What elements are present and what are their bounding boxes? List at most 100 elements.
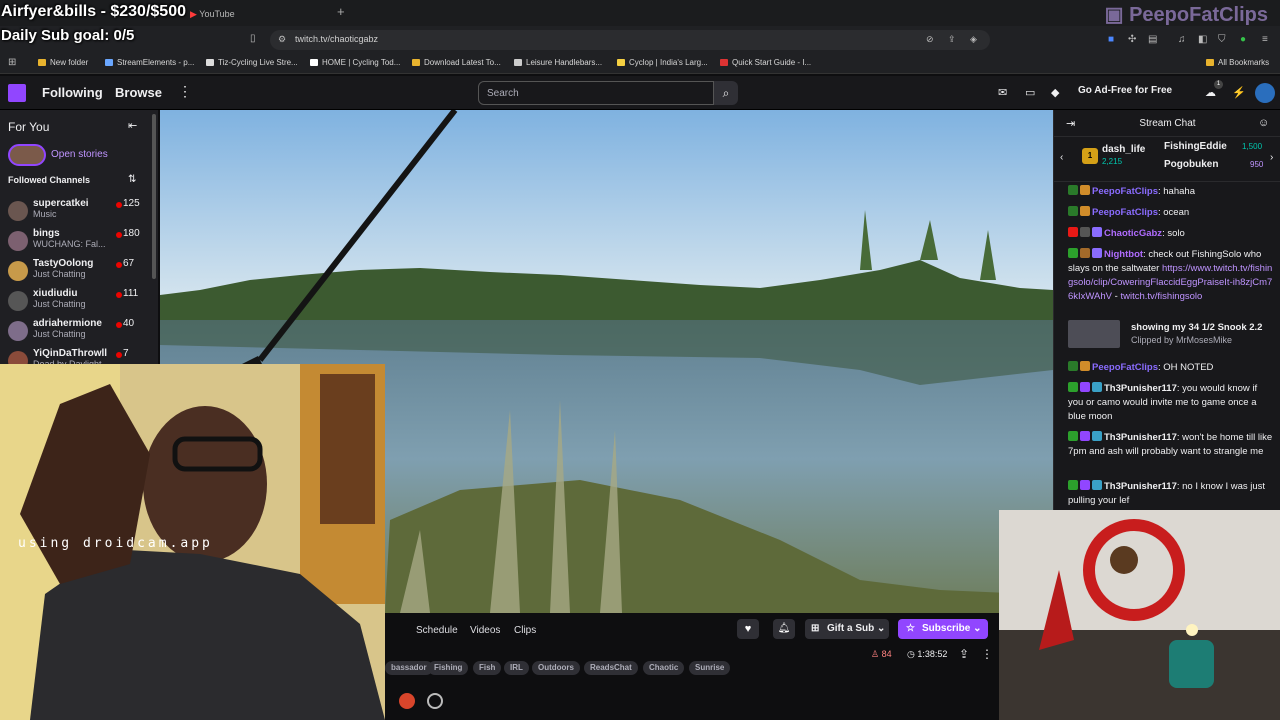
bookmark-item[interactable]: Tiz-Cycling Live Stre... — [206, 58, 298, 67]
chat-link[interactable]: twitch.tv/fishingsolo — [1120, 291, 1202, 302]
chevron-right-icon[interactable]: › — [1270, 152, 1273, 163]
badge-icon — [1092, 227, 1102, 237]
eye-off-icon[interactable]: ⊘ — [926, 34, 934, 45]
tab-clips[interactable]: Clips — [514, 625, 536, 636]
site-icon — [514, 59, 522, 66]
stories-avatars[interactable] — [8, 144, 46, 166]
leader-third-points: 950 — [1250, 160, 1264, 169]
tag[interactable]: IRL — [504, 661, 529, 675]
extension-badge-icon[interactable] — [399, 693, 415, 709]
star-icon: ☆ — [906, 623, 915, 634]
nav-browse[interactable]: Browse — [115, 85, 162, 100]
chat-message: Nightbot: check out FishingSolo who slay… — [1068, 248, 1273, 304]
bookmark-item[interactable]: Quick Start Guide - I... — [720, 58, 811, 67]
live-dot-icon — [116, 202, 122, 208]
new-tab-button[interactable]: + — [337, 4, 345, 19]
bookmark-label: Tiz-Cycling Live Stre... — [218, 58, 298, 67]
open-stories-link[interactable]: Open stories — [51, 149, 108, 160]
bookmark-label: All Bookmarks — [1218, 58, 1270, 67]
bookmark-item[interactable]: Leisure Handlebars... — [514, 58, 602, 67]
chat-message: Th3Punisher117: no I know I was just pul… — [1068, 480, 1273, 508]
bookmark-item[interactable]: New folder — [38, 58, 88, 67]
all-bookmarks[interactable]: All Bookmarks — [1206, 58, 1269, 67]
split-view-icon[interactable]: ◧ — [1198, 34, 1207, 45]
tab-videos[interactable]: Videos — [470, 625, 500, 636]
twitch-logo-icon[interactable] — [8, 84, 26, 102]
chat-text: : OH NOTED — [1158, 362, 1214, 373]
channel-name: supercatkei — [33, 198, 89, 209]
clip-title: showing my 34 1/2 Snook 2.2 — [1131, 322, 1263, 333]
collapse-sidebar-icon[interactable]: ⇤ — [128, 119, 137, 132]
chevron-left-icon[interactable]: ‹ — [1060, 152, 1063, 163]
chat-username[interactable]: PeepoFatClips — [1092, 186, 1158, 197]
bookmark-item[interactable]: StreamElements - p... — [105, 58, 194, 67]
prime-crown-icon[interactable]: ◆ — [1051, 86, 1059, 99]
search-button[interactable]: ⌕ — [714, 81, 738, 105]
apps-grid-icon[interactable]: ⊞ — [8, 57, 16, 68]
snowflake-badge-icon — [1092, 480, 1102, 490]
tag[interactable]: bassador — [385, 661, 433, 675]
inbox-icon[interactable]: ✉ — [998, 86, 1007, 99]
user-avatar[interactable] — [1255, 83, 1275, 103]
clip-preview-card[interactable]: showing my 34 1/2 Snook 2.2 Clipped by M… — [1068, 320, 1273, 350]
community-icon[interactable]: ☺ — [1258, 117, 1269, 129]
chat-username[interactable]: PeepoFatClips — [1092, 207, 1158, 218]
sidebar-channel-supercatkei[interactable]: supercatkei Music 125 — [8, 198, 148, 226]
tag[interactable]: Outdoors — [532, 661, 580, 675]
more-options-icon[interactable]: ⋮ — [981, 647, 993, 661]
subscribe-button[interactable]: ☆ Subscribe ⌄ — [898, 619, 988, 639]
chat-username[interactable]: Th3Punisher117 — [1104, 432, 1177, 443]
moderator-badge-icon — [1068, 431, 1078, 441]
extension-icon[interactable] — [427, 693, 443, 709]
bookmark-item[interactable]: Cyclop | India's Larg... — [617, 58, 708, 67]
channel-category: Just Chatting — [33, 299, 86, 309]
nav-following[interactable]: Following — [42, 85, 103, 100]
bookmark-item[interactable]: HOME | Cycling Tod... — [310, 58, 400, 67]
bookmark-icon[interactable]: ▯ — [250, 33, 256, 44]
share-icon[interactable]: ⇪ — [959, 647, 969, 661]
tag[interactable]: Fishing — [428, 661, 469, 675]
extension-icon[interactable]: ■ — [1108, 34, 1114, 45]
more-menu-icon[interactable]: ⋮ — [178, 83, 192, 100]
chat-username[interactable]: ChaoticGabz — [1104, 228, 1162, 239]
tab-schedule[interactable]: Schedule — [416, 625, 458, 636]
sidebar-icon[interactable]: ▤ — [1148, 34, 1157, 45]
bookmark-item[interactable]: Download Latest To... — [412, 58, 501, 67]
chat-username[interactable]: Th3Punisher117 — [1104, 481, 1177, 492]
site-info-icon[interactable]: ⚙ — [278, 34, 286, 45]
search-input[interactable]: Search — [478, 81, 714, 105]
sidebar-scrollbar[interactable] — [152, 114, 156, 279]
share-icon[interactable]: ⇪ — [948, 34, 956, 45]
whispers-icon[interactable]: ▭ — [1025, 86, 1035, 99]
sidebar-channel-adriahermione[interactable]: adriahermione Just Chatting 40 — [8, 318, 148, 346]
chat-username[interactable]: Nightbot — [1104, 249, 1143, 260]
vpn-icon[interactable]: ⛉ — [1218, 34, 1226, 45]
menu-icon[interactable]: ≡ — [1262, 34, 1268, 45]
channel-category: Just Chatting — [33, 329, 86, 339]
tag[interactable]: ReadsChat — [584, 661, 638, 675]
notifications-bell-button[interactable]: 🔔︎ — [773, 619, 795, 639]
avatar — [8, 231, 28, 251]
tag[interactable]: Chaotic — [643, 661, 685, 675]
tag[interactable]: Sunrise — [689, 661, 731, 675]
follow-button[interactable]: ♥ — [737, 619, 759, 639]
sidebar-channel-xiudiudiu[interactable]: xiudiudiu Just Chatting 111 — [8, 288, 148, 316]
puzzle-icon[interactable]: ✣ — [1128, 34, 1136, 45]
music-icon[interactable]: ♫ — [1178, 34, 1186, 45]
badge-icon — [1080, 185, 1090, 195]
shield-icon[interactable]: ◈ — [970, 34, 977, 45]
sidebar-channel-tastyoolong[interactable]: TastyOolong Just Chatting 67 — [8, 258, 148, 286]
badge-icon — [1080, 227, 1090, 237]
twitch-header: Following Browse ⋮ Search ⌕ ✉ ▭ ◆ Go Ad-… — [0, 76, 1280, 110]
bits-icon[interactable]: ⚡ — [1232, 86, 1246, 99]
url-field[interactable]: ⚙ twitch.tv/chaoticgabz ⊘ ⇪ ◈ — [270, 30, 990, 50]
sort-icon[interactable]: ⇅ — [128, 174, 136, 185]
chat-username[interactable]: PeepoFatClips — [1092, 362, 1158, 373]
tag[interactable]: Fish — [473, 661, 502, 675]
browser-tab[interactable]: ▶ YouTube — [190, 4, 235, 24]
gift-sub-button[interactable]: ⊞ Gift a Sub ⌄ — [805, 619, 889, 639]
chat-username[interactable]: Th3Punisher117 — [1104, 383, 1177, 394]
notifications-icon[interactable]: ☁ — [1205, 86, 1216, 99]
sidebar-channel-bings[interactable]: bings WUCHANG: Fal... 180 — [8, 228, 148, 256]
status-dot-icon[interactable]: ● — [1240, 34, 1246, 45]
